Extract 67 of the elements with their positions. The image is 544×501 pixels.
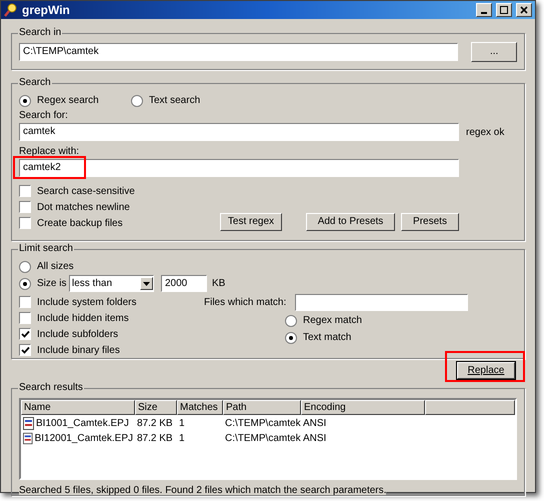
table-cell-text: 1: [179, 416, 185, 430]
checkbox[interactable]: [19, 185, 31, 197]
table-cell-text: ANSI: [303, 432, 326, 446]
table-cell-text: 1: [179, 432, 185, 446]
checkbox[interactable]: [19, 201, 31, 213]
magnifier-icon: [4, 3, 18, 17]
window-title: grepWin: [22, 2, 70, 19]
table-cell-text: C:\TEMP\camtek: [225, 416, 301, 430]
table-cell-text: 87.2 KB: [137, 432, 173, 446]
radio-button[interactable]: [285, 332, 297, 344]
size-dropdown[interactable]: less than: [69, 275, 154, 292]
radio-label: Size is: [37, 277, 66, 291]
checkbox-label: Include binary files: [37, 344, 120, 358]
close-icon: [520, 6, 528, 14]
size-field[interactable]: 2000: [161, 275, 207, 292]
action-button[interactable]: Add to Presets: [306, 213, 395, 231]
radio-button[interactable]: [19, 260, 31, 272]
column-header[interactable]: Path: [223, 400, 301, 415]
checkbox[interactable]: [19, 328, 31, 340]
maximize-icon: [500, 6, 508, 14]
checkbox-label: Search case-sensitive: [37, 184, 135, 198]
column-header[interactable]: Name: [21, 400, 135, 415]
maximize-button[interactable]: [496, 3, 512, 17]
column-header[interactable]: Size: [135, 400, 177, 415]
close-button[interactable]: [516, 3, 532, 17]
file-icon: [23, 416, 34, 430]
checkbox-label: Dot matches newline: [37, 200, 130, 214]
field-label: Files which match:: [204, 296, 286, 310]
radio-label: All sizes: [37, 260, 74, 274]
replace-field[interactable]: camtek2: [19, 159, 459, 177]
table-cell-text: ANSI: [303, 416, 326, 430]
radio-button[interactable]: [285, 314, 297, 326]
checkbox[interactable]: [19, 344, 31, 356]
checkbox[interactable]: [19, 296, 31, 308]
table-cell-text: BI12001_Camtek.EPJ: [34, 432, 133, 446]
action-button[interactable]: Presets: [401, 213, 459, 231]
dropdown-arrow-icon: [143, 282, 150, 286]
table-cell-text: C:\TEMP\camtek: [225, 432, 301, 446]
radio-button[interactable]: [19, 278, 31, 290]
size-unit: KB: [212, 277, 226, 291]
checkbox-label: Include hidden items: [37, 312, 129, 326]
radio-button[interactable]: [131, 94, 143, 106]
table-cell-text: BI1001_Camtek.EPJ: [36, 416, 129, 430]
path-field[interactable]: C:\TEMP\camtek: [19, 42, 458, 60]
column-header[interactable]: Encoding: [301, 400, 425, 415]
files-match-field[interactable]: [295, 294, 468, 311]
minimize-button[interactable]: [476, 3, 492, 17]
search-field[interactable]: camtek: [19, 123, 459, 141]
field-label: Replace with:: [19, 145, 80, 159]
replace-button[interactable]: Replace: [457, 362, 515, 379]
checkbox[interactable]: [19, 312, 31, 324]
browse-button[interactable]: ...: [471, 42, 517, 62]
radio-label: Regex match: [303, 314, 362, 328]
radio-label: Text search: [149, 94, 200, 108]
column-header[interactable]: Matches: [177, 400, 223, 415]
regex-status: regex ok: [466, 126, 504, 140]
file-icon: [23, 432, 33, 444]
checkbox[interactable]: [19, 217, 31, 229]
checkbox-label: Include subfolders: [37, 328, 118, 342]
radio-button[interactable]: [19, 94, 31, 106]
radio-label: Text match: [303, 331, 352, 345]
table-cell-text: 87.2 KB: [137, 416, 173, 430]
checkbox-label: Create backup files: [37, 216, 123, 230]
action-button[interactable]: Test regex: [220, 213, 282, 231]
checkbox-label: Include system folders: [37, 296, 136, 310]
field-label: Search for:: [19, 109, 68, 123]
radio-label: Regex search: [37, 94, 99, 108]
